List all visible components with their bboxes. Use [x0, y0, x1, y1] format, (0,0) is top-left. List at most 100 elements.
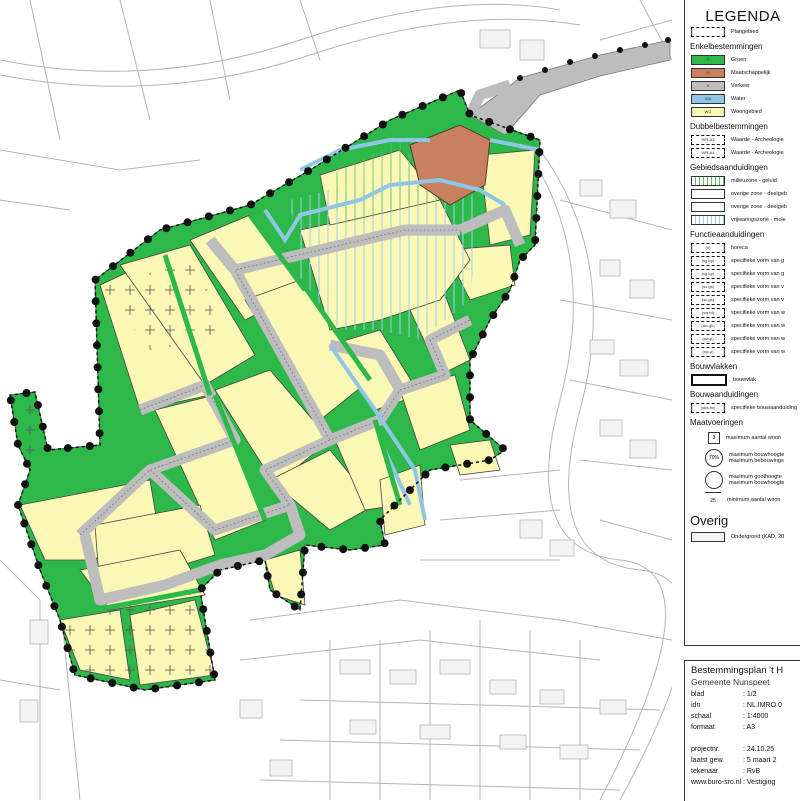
- boundary-dot: [421, 470, 430, 479]
- boundary-dot: [33, 401, 42, 410]
- boundary-dot: [531, 236, 540, 244]
- boundary-dot: [10, 418, 19, 426]
- boundary-dot: [617, 47, 623, 53]
- maat-label: maximum aantal woon: [726, 435, 782, 441]
- legend-functie-7: (sw-p) specifieke vorm van w: [691, 332, 800, 345]
- boundary-dot: [534, 170, 543, 178]
- boundary-dot: [213, 568, 222, 577]
- bouwvlak-label: bouwvlak: [733, 376, 756, 383]
- maat-text: maximum bouwhoogte maximum bebouwings: [723, 452, 784, 464]
- title-row-8: www.buro-sro.nl: Vestiging: [691, 779, 800, 790]
- title-row-key: www.buro-sro.nl: [691, 779, 742, 786]
- enkel-label: Groen: [731, 56, 747, 63]
- legend-enkel-0: G Groen: [691, 53, 800, 66]
- boundary-dot: [361, 543, 369, 552]
- plan-title: Bestemmingsplan 't H: [691, 665, 784, 676]
- boundary-dot: [34, 561, 43, 570]
- functie-label: specifieke vorm van v: [731, 296, 784, 303]
- functie-swatch: (h): [691, 242, 725, 253]
- plan-map[interactable]: [0, 0, 672, 800]
- enkel-list: G Groen M Maatschappelijk V Verkeer WA Water WG W…: [685, 53, 800, 118]
- plangebied-label: Plangebied: [731, 28, 759, 35]
- title-block-rows: blad: 1/2 idn: NL.IMRO.0 schaal: 1:4000 for…: [685, 691, 800, 790]
- legend-maat-0: 3 maximum aantal woon: [691, 429, 800, 447]
- boundary-dot: [23, 459, 31, 468]
- boundary-dot: [485, 117, 494, 126]
- legend-maat-1: 70% maximum bouwhoogte maximum bebouwings: [691, 447, 800, 469]
- ondergrond-swatch: [691, 531, 725, 542]
- title-row-1: idn: NL.IMRO.0: [691, 702, 800, 713]
- functie-title: Functieaanduidingen: [690, 230, 765, 239]
- enkel-label: Maatschappelijk: [731, 69, 771, 76]
- enkel-swatch: WA: [691, 93, 725, 104]
- functie-label: specifieke vorm van w: [731, 322, 786, 329]
- boundary-dot: [183, 218, 192, 227]
- boundary-dot: [567, 59, 573, 65]
- functie-swatch: (sw-bf): [691, 307, 725, 318]
- title-row-2: schaal : 1:4000: [691, 713, 800, 724]
- enkel-swatch: V: [691, 80, 725, 91]
- boundary-dot: [6, 396, 15, 405]
- bouwaand-label: specifieke bouwaanduiding: [731, 404, 798, 411]
- title-row-value: : 1:4000: [743, 713, 769, 720]
- boundary-dot: [91, 297, 100, 306]
- boundary-dot: [197, 584, 206, 593]
- gebied-label: overige zone - deelgeb: [731, 203, 787, 210]
- boundary-dot: [380, 539, 389, 548]
- boundary-dot: [233, 562, 242, 570]
- title-row-7: tekenaar: RvB: [691, 768, 800, 779]
- boundary-dot: [86, 674, 95, 683]
- boundary-dot: [22, 389, 31, 397]
- legend-gebied-1: overige zone - deelgeb: [691, 187, 800, 200]
- legend-maat-3: 25 minimum aantal woon: [691, 491, 800, 509]
- boundary-dot: [463, 459, 472, 468]
- legend-gebied-2: overige zone - deelgeb: [691, 200, 800, 213]
- legend-overig: Ondergrond (KAD, 20: [691, 530, 800, 543]
- boundary-dot: [418, 102, 427, 110]
- functie-swatch: (sv-gs): [691, 294, 725, 305]
- boundary-dot: [162, 224, 171, 233]
- boundary-dot: [478, 330, 487, 339]
- boundary-dot: [42, 581, 51, 590]
- boundary-dot: [91, 275, 100, 284]
- boundary-dot: [390, 501, 399, 510]
- enkel-title: Enkelbestemmingen: [690, 42, 763, 51]
- boundary-dot: [317, 542, 326, 551]
- legend-maat-2: maximum goothoogte maximum bouwhoogte: [691, 469, 800, 491]
- gebied-label: milieuzone - geluid: [731, 177, 777, 184]
- gebied-title: Gebiedsaanduidingen: [690, 163, 768, 172]
- dubbel-title: Dubbelbestemmingen: [690, 122, 768, 131]
- maat-label-2: maximum bouwhoogte: [729, 480, 785, 486]
- legend-functie-0: (h) horeca: [691, 241, 800, 254]
- boundary-dot: [126, 248, 135, 257]
- boundary-dot: [14, 501, 22, 509]
- boundary-dot: [465, 109, 474, 118]
- functie-swatch: (sw-p): [691, 333, 725, 344]
- boundary-dot: [285, 178, 294, 187]
- boundary-dot: [339, 545, 348, 554]
- maat-text: minimum aantal woon: [721, 497, 781, 503]
- boundary-dot: [204, 212, 213, 221]
- boundary-dot: [298, 568, 307, 577]
- boundary-dot: [489, 311, 498, 320]
- title-row-key: schaal: [691, 713, 712, 720]
- boundary-dot: [510, 272, 519, 281]
- dubbel-swatch: WR-A3: [691, 134, 725, 145]
- enkel-label: Verkeer: [731, 82, 750, 89]
- maat-text: maximum goothoogte maximum bouwhoogte: [723, 474, 784, 486]
- boundary-dot: [360, 132, 369, 141]
- boundary-dot: [85, 442, 94, 450]
- gebied-swatch: [691, 188, 725, 199]
- legend-bouwaand: (sba-bv) specifieke bouwaanduiding: [691, 401, 800, 414]
- boundary-dot: [322, 155, 331, 164]
- dubbel-label: Waarde - Archeologie: [731, 149, 784, 156]
- boundary-dot: [484, 456, 493, 465]
- boundary-dot: [95, 429, 104, 438]
- boundary-dot: [532, 214, 541, 222]
- title-row-value: : Vestiging: [743, 779, 776, 786]
- gebied-label: overige zone - deelgeb: [731, 190, 787, 197]
- gebied-swatch: [691, 175, 725, 186]
- boundary-dot: [13, 439, 22, 448]
- maat-symbol: 70%: [705, 449, 723, 467]
- boundary-dot: [466, 415, 474, 424]
